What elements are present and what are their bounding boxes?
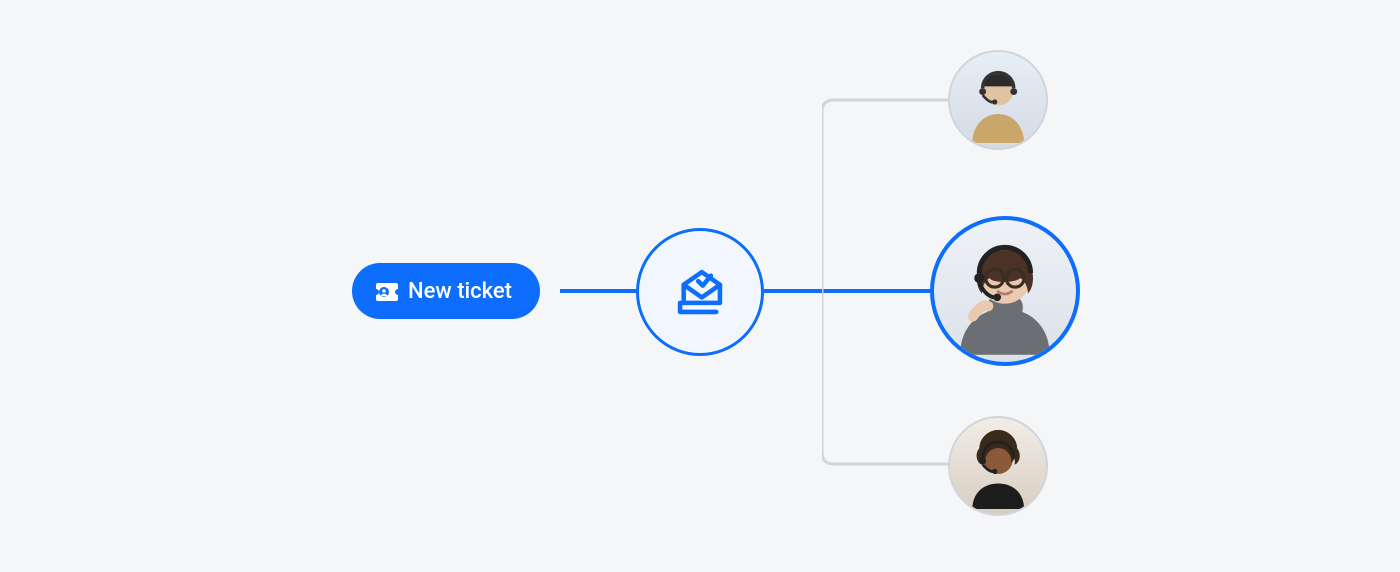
diagram-canvas: New ticket — [0, 0, 1400, 572]
agent-avatar-3 — [948, 416, 1048, 516]
routing-node — [636, 228, 764, 356]
person-headset-icon — [955, 57, 1041, 143]
new-ticket-label: New ticket — [408, 279, 512, 304]
person-headset-icon — [955, 423, 1041, 509]
new-ticket-button[interactable]: New ticket — [352, 263, 540, 319]
ticket-icon — [376, 282, 398, 300]
inbox-check-icon — [671, 263, 729, 321]
connector-inbox-to-agent — [764, 289, 939, 293]
agent-avatar-2-selected — [930, 216, 1080, 366]
connector-ticket-to-inbox — [560, 289, 640, 293]
agent-avatar-1 — [948, 50, 1048, 150]
person-headset-icon — [941, 227, 1069, 355]
